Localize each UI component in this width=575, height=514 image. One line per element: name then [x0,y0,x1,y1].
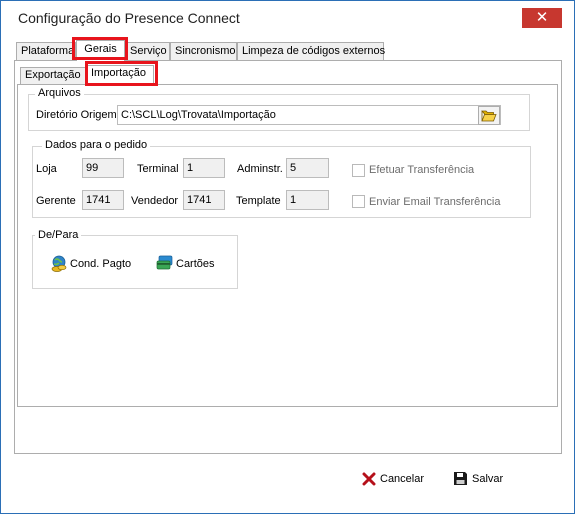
tab-label: Sincronismo [175,45,236,57]
vendedor-label: Vendedor [131,195,179,207]
gerente-input[interactable]: 1741 [82,190,124,210]
tab-label: Limpeza de códigos externos [242,45,386,57]
diretorio-origem-label: Diretório Origem [36,109,117,121]
save-button[interactable]: Salvar [453,471,509,487]
loja-label: Loja [36,163,57,175]
folder-open-icon [481,110,497,122]
tab-label: Exportação [25,69,81,81]
credit-cards-icon [156,255,173,270]
close-button[interactable]: ✕ [522,8,562,28]
tab-label: Importação [91,67,147,79]
gerente-label: Gerente [36,195,76,207]
tab-servico[interactable]: Serviço [125,42,170,60]
depara-legend: De/Para [35,229,82,241]
diretorio-origem-input[interactable]: C:\SCL\Log\Trovata\Importação [117,105,501,125]
save-label: Salvar [472,473,504,485]
cancel-x-icon [362,472,376,486]
tab-exportacao[interactable]: Exportação [20,67,86,84]
vendedor-input[interactable]: 1741 [183,190,225,210]
terminal-label: Terminal [137,163,179,175]
tab-label: Plataforma [21,45,75,57]
cartoes-label: Cartões [176,258,215,270]
tab-gerais[interactable]: Gerais [76,40,125,61]
efetuar-transferencia-checkbox[interactable] [352,164,365,177]
adminstr-label: Adminstr. [237,163,283,175]
close-icon: ✕ [535,9,549,26]
floppy-disk-icon [454,472,467,485]
adminstr-input[interactable]: 5 [286,158,329,178]
tab-importacao[interactable]: Importação [86,65,154,85]
loja-input[interactable]: 99 [82,158,124,178]
tab-label: Gerais [84,43,117,55]
enviar-email-label: Enviar Email Transferência [369,196,501,208]
cancel-button[interactable]: Cancelar [362,472,426,488]
enviar-email-checkbox[interactable] [352,195,365,208]
browse-folder-button[interactable] [478,106,500,125]
arquivos-legend: Arquivos [35,87,84,99]
dados-pedido-legend: Dados para o pedido [42,139,151,151]
tab-limpeza-codigos[interactable]: Limpeza de códigos externos [237,42,386,60]
template-input[interactable]: 1 [286,190,329,210]
cancel-label: Cancelar [380,473,425,485]
tab-label: Serviço [130,45,167,57]
tab-plataforma[interactable]: Plataforma [16,42,76,60]
terminal-input[interactable]: 1 [183,158,225,178]
window-title: Configuração do Presence Connect [18,10,240,26]
title-bar[interactable]: Configuração do Presence Connect [1,1,572,33]
money-globe-icon [51,255,67,272]
tab-sincronismo[interactable]: Sincronismo [170,42,237,60]
cond-pagto-label: Cond. Pagto [70,258,132,270]
efetuar-transferencia-label: Efetuar Transferência [369,164,475,176]
template-label: Template [236,195,281,207]
